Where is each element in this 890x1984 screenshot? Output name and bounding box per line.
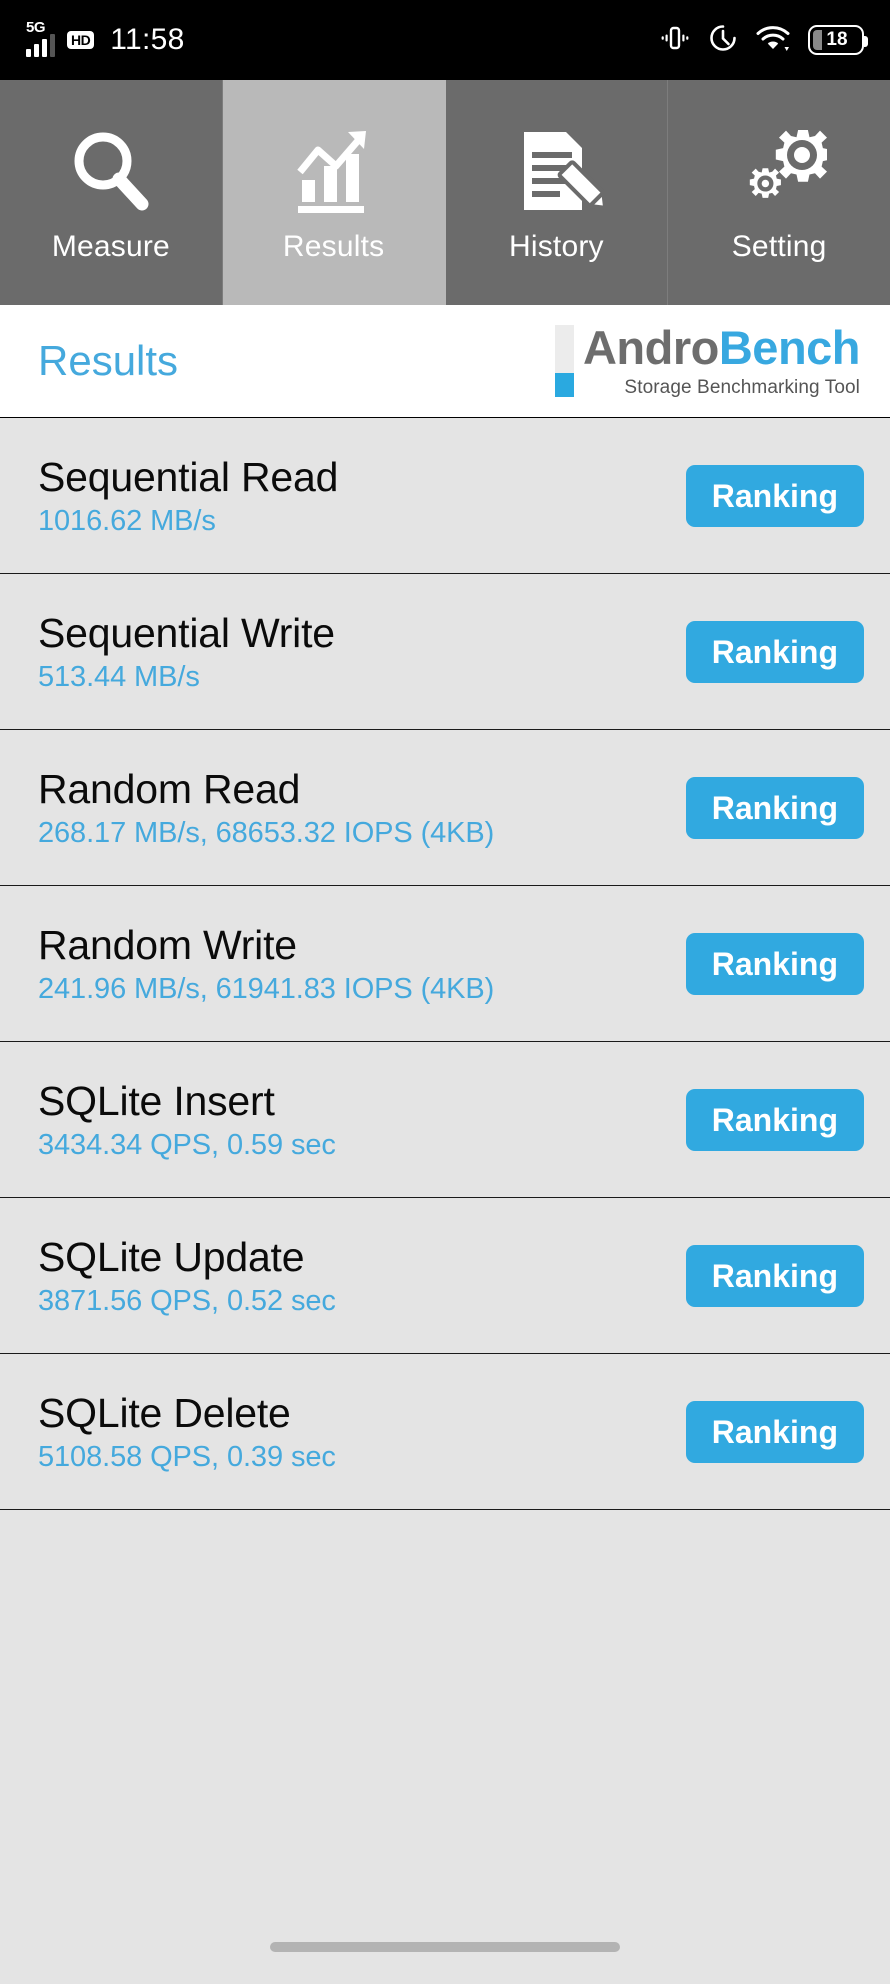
hd-icon: HD: [67, 31, 95, 49]
benchmark-value: 241.96 MB/s, 61941.83 IOPS (4KB): [38, 972, 495, 1005]
benchmark-name: Sequential Read: [38, 453, 339, 500]
benchmark-value: 3871.56 QPS, 0.52 sec: [38, 1284, 336, 1317]
table-row[interactable]: Random Read 268.17 MB/s, 68653.32 IOPS (…: [0, 730, 890, 886]
ranking-button[interactable]: Ranking: [685, 620, 864, 683]
benchmark-value: 268.17 MB/s, 68653.32 IOPS (4KB): [38, 816, 495, 849]
gears-icon: [731, 122, 828, 222]
empty-list-area: [0, 1510, 890, 1984]
androbench-logo: AndroBench Storage Benchmarking Tool: [554, 320, 861, 399]
home-indicator[interactable]: [270, 1942, 620, 1952]
document-pencil-icon: [508, 122, 605, 222]
results-list: Sequential Read 1016.62 MB/s Ranking Seq…: [0, 418, 890, 1510]
benchmark-value: 3434.34 QPS, 0.59 sec: [38, 1128, 336, 1161]
tab-setting[interactable]: Setting: [668, 80, 890, 305]
row-text-group: SQLite Update 3871.56 QPS, 0.52 sec: [38, 1234, 336, 1318]
logo-text: AndroBench Storage Benchmarking Tool: [582, 320, 861, 399]
row-text-group: Random Write 241.96 MB/s, 61941.83 IOPS …: [38, 922, 494, 1006]
logo-wordmark-part2: Bench: [718, 320, 861, 374]
status-bar-right: 18: [660, 0, 868, 80]
alarm-icon: [708, 23, 738, 58]
system-navigation-bar: [0, 1924, 890, 1984]
signal-bars-icon: [26, 34, 55, 57]
table-row[interactable]: SQLite Update 3871.56 QPS, 0.52 sec Rank…: [0, 1198, 890, 1354]
row-text-group: Sequential Write 513.44 MB/s: [38, 610, 335, 694]
tab-history-label: History: [509, 229, 604, 263]
ranking-button[interactable]: Ranking: [685, 1244, 864, 1307]
ranking-button[interactable]: Ranking: [685, 776, 864, 839]
tab-measure-label: Measure: [51, 229, 170, 263]
tab-results[interactable]: Results: [222, 80, 446, 305]
wifi-icon: [756, 24, 790, 57]
table-row[interactable]: Sequential Write 513.44 MB/s Ranking: [0, 574, 890, 730]
ranking-button[interactable]: Ranking: [685, 932, 864, 995]
benchmark-name: Random Read: [38, 765, 301, 812]
battery-icon: 18: [808, 25, 868, 55]
signal-icon: 5G: [26, 19, 55, 57]
ranking-button[interactable]: Ranking: [685, 464, 864, 527]
row-text-group: Sequential Read 1016.62 MB/s: [38, 454, 338, 538]
bar-chart-icon: [286, 122, 382, 222]
table-row[interactable]: Sequential Read 1016.62 MB/s Ranking: [0, 418, 890, 574]
tab-setting-label: Setting: [731, 229, 827, 263]
logo-mark-icon: [554, 325, 574, 397]
page-title: Results: [38, 337, 179, 384]
network-type-label: 5G: [26, 19, 46, 36]
benchmark-name: SQLite Delete: [38, 1389, 291, 1436]
row-text-group: SQLite Delete 5108.58 QPS, 0.39 sec: [38, 1390, 336, 1474]
table-row[interactable]: SQLite Delete 5108.58 QPS, 0.39 sec Rank…: [0, 1354, 890, 1510]
row-text-group: SQLite Insert 3434.34 QPS, 0.59 sec: [38, 1078, 336, 1162]
benchmark-name: SQLite Insert: [38, 1077, 275, 1124]
magnifier-icon: [63, 122, 159, 222]
battery-level-label: 18: [826, 29, 848, 50]
tab-history[interactable]: History: [445, 80, 669, 305]
table-row[interactable]: SQLite Insert 3434.34 QPS, 0.59 sec Rank…: [0, 1042, 890, 1198]
tab-results-label: Results: [282, 229, 385, 263]
benchmark-name: Random Write: [38, 921, 297, 968]
page-header: Results AndroBench Storage Benchmarking …: [0, 305, 890, 418]
ranking-button[interactable]: Ranking: [685, 1088, 864, 1151]
benchmark-value: 1016.62 MB/s: [38, 504, 216, 537]
ranking-button[interactable]: Ranking: [685, 1400, 864, 1463]
benchmark-value: 513.44 MB/s: [38, 660, 200, 693]
vibrate-icon: [660, 23, 690, 58]
benchmark-value: 5108.58 QPS, 0.39 sec: [38, 1440, 336, 1473]
main-tab-bar: Measure Results History Setting: [0, 80, 890, 305]
logo-subtitle: Storage Benchmarking Tool: [624, 376, 860, 398]
status-bar-left: 5G HD 11:58: [26, 19, 185, 57]
status-bar: 5G HD 11:58 18: [0, 0, 890, 80]
tab-measure[interactable]: Measure: [0, 80, 223, 305]
status-bar-clock: 11:58: [110, 23, 185, 56]
logo-wordmark-part1: Andro: [582, 320, 719, 374]
row-text-group: Random Read 268.17 MB/s, 68653.32 IOPS (…: [38, 766, 494, 850]
benchmark-name: SQLite Update: [38, 1233, 305, 1280]
phone-screen: 5G HD 11:58 18 Measure Results History S…: [0, 0, 890, 1984]
benchmark-name: Sequential Write: [38, 609, 335, 656]
table-row[interactable]: Random Write 241.96 MB/s, 61941.83 IOPS …: [0, 886, 890, 1042]
logo-wordmark: AndroBench: [582, 320, 861, 374]
